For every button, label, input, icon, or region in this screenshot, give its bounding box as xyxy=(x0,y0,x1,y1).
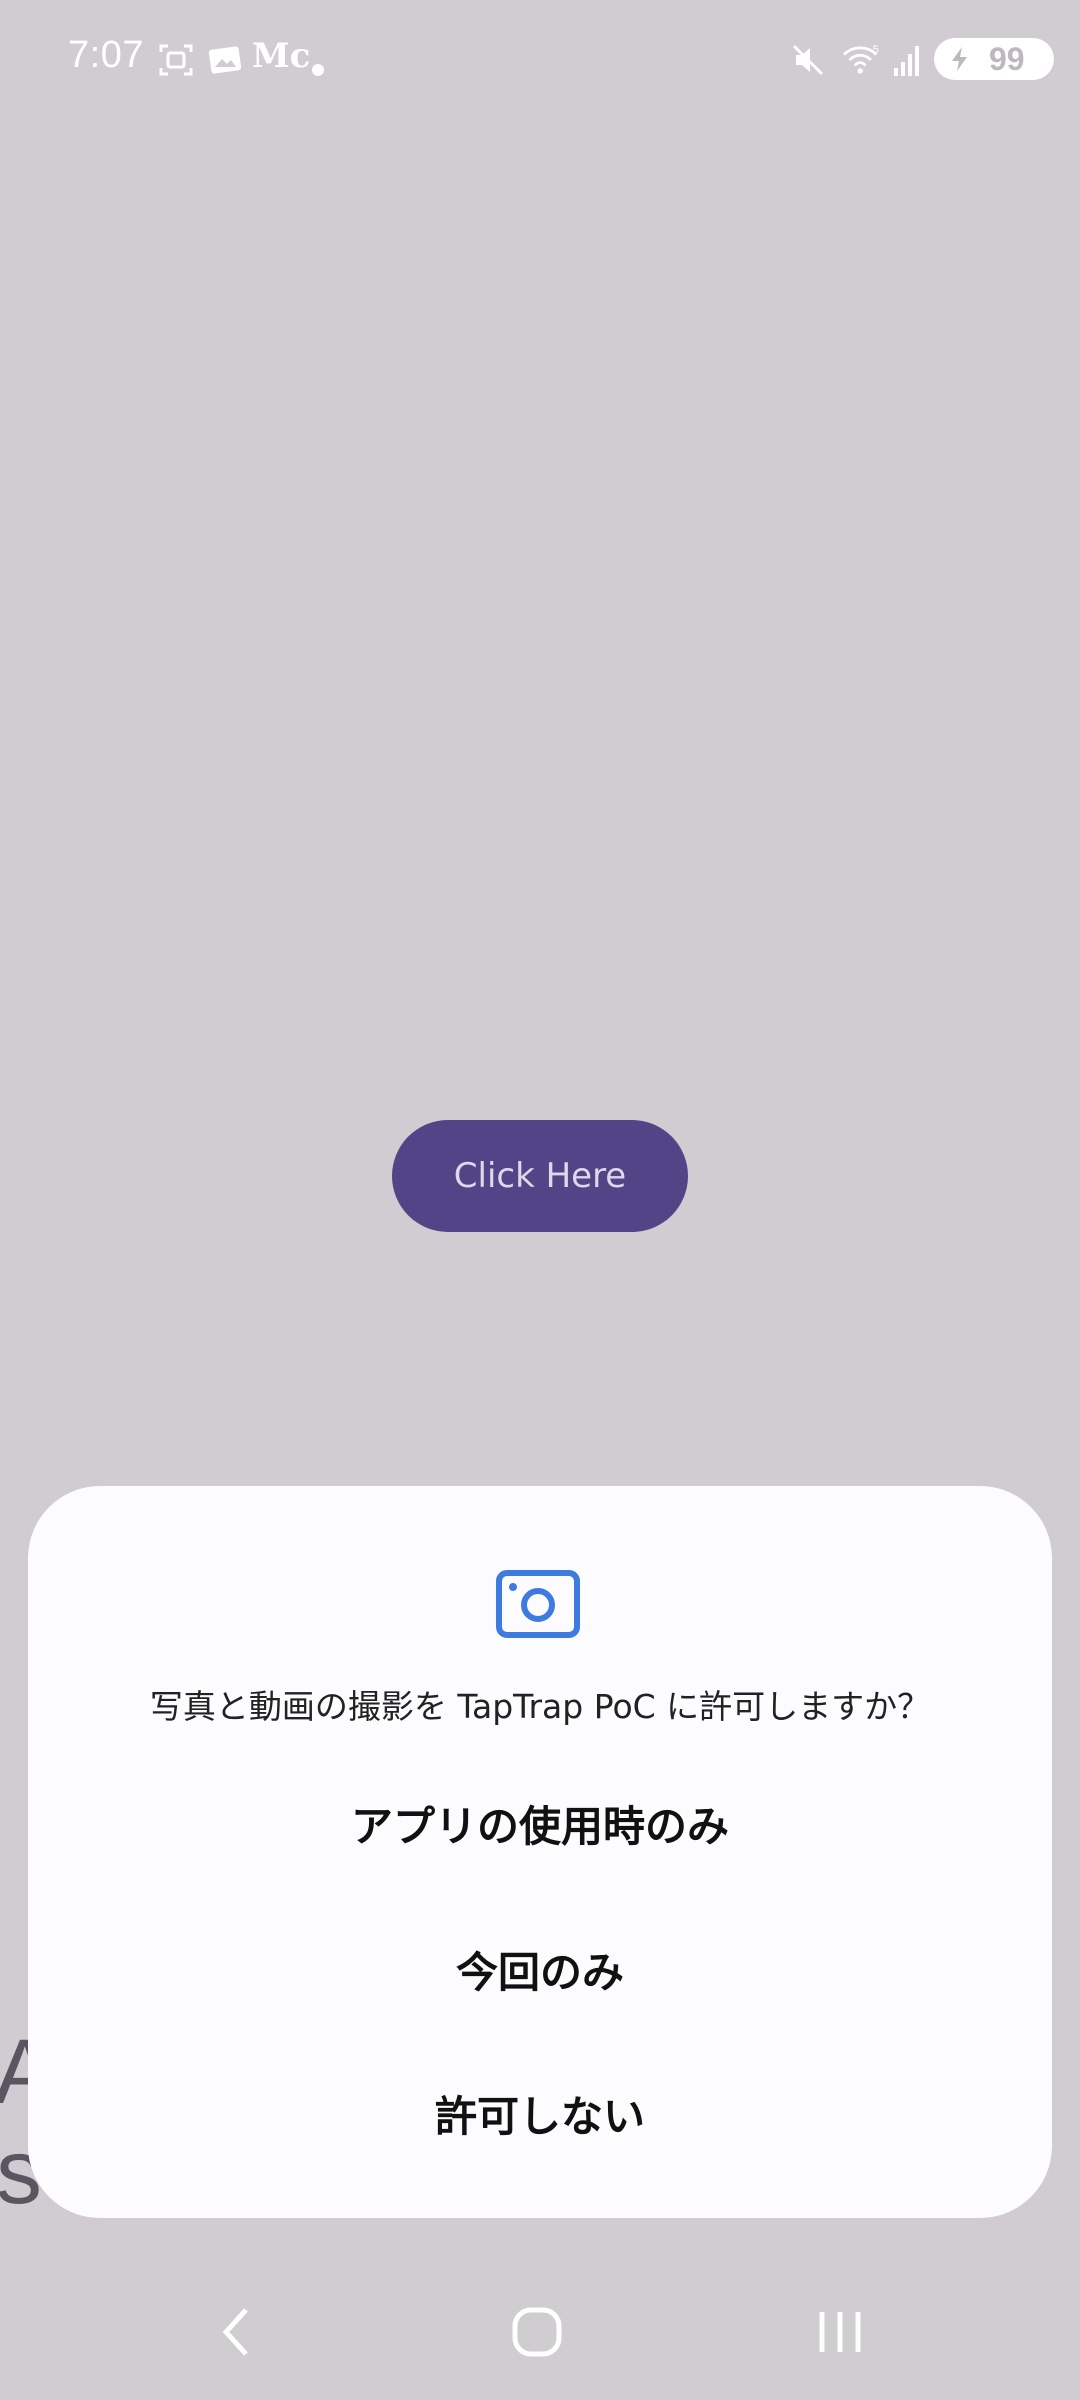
recents-icon xyxy=(819,2312,861,2352)
recents-button[interactable] xyxy=(770,2264,910,2400)
click-here-button[interactable]: Click Here xyxy=(392,1120,688,1232)
wifi-icon: 5 xyxy=(843,44,879,74)
allow-once-button[interactable]: 今回のみ xyxy=(28,1904,1052,2034)
permission-dialog: 写真と動画の撮影を TapTrap PoC に許可しますか？ アプリの使用時のみ… xyxy=(28,1486,1052,2218)
status-time: 7:07 xyxy=(68,34,144,76)
camera-icon xyxy=(496,1570,580,1638)
mc-app-icon: Mc xyxy=(252,36,311,76)
signal-icon xyxy=(894,46,919,76)
allow-while-using-button[interactable]: アプリの使用時のみ xyxy=(28,1758,1052,1888)
home-icon xyxy=(512,2307,562,2357)
navigation-bar xyxy=(0,2264,1080,2400)
status-bar: 7:07 Mc 5 99 xyxy=(0,0,1080,120)
battery-indicator: 99 xyxy=(934,38,1054,80)
deny-button[interactable]: 許可しない xyxy=(28,2048,1052,2178)
mute-icon xyxy=(792,44,824,76)
battery-charging-icon xyxy=(952,47,967,71)
home-button[interactable] xyxy=(467,2264,607,2400)
gallery-icon xyxy=(208,46,242,74)
dialog-message: 写真と動画の撮影を TapTrap PoC に許可しますか？ xyxy=(149,1687,931,1726)
screenshot-icon xyxy=(159,44,193,76)
dot-icon xyxy=(312,64,324,76)
back-button[interactable] xyxy=(166,2264,306,2400)
back-icon xyxy=(222,2308,248,2356)
battery-level: 99 xyxy=(989,41,1025,77)
svg-text:5: 5 xyxy=(873,44,879,56)
